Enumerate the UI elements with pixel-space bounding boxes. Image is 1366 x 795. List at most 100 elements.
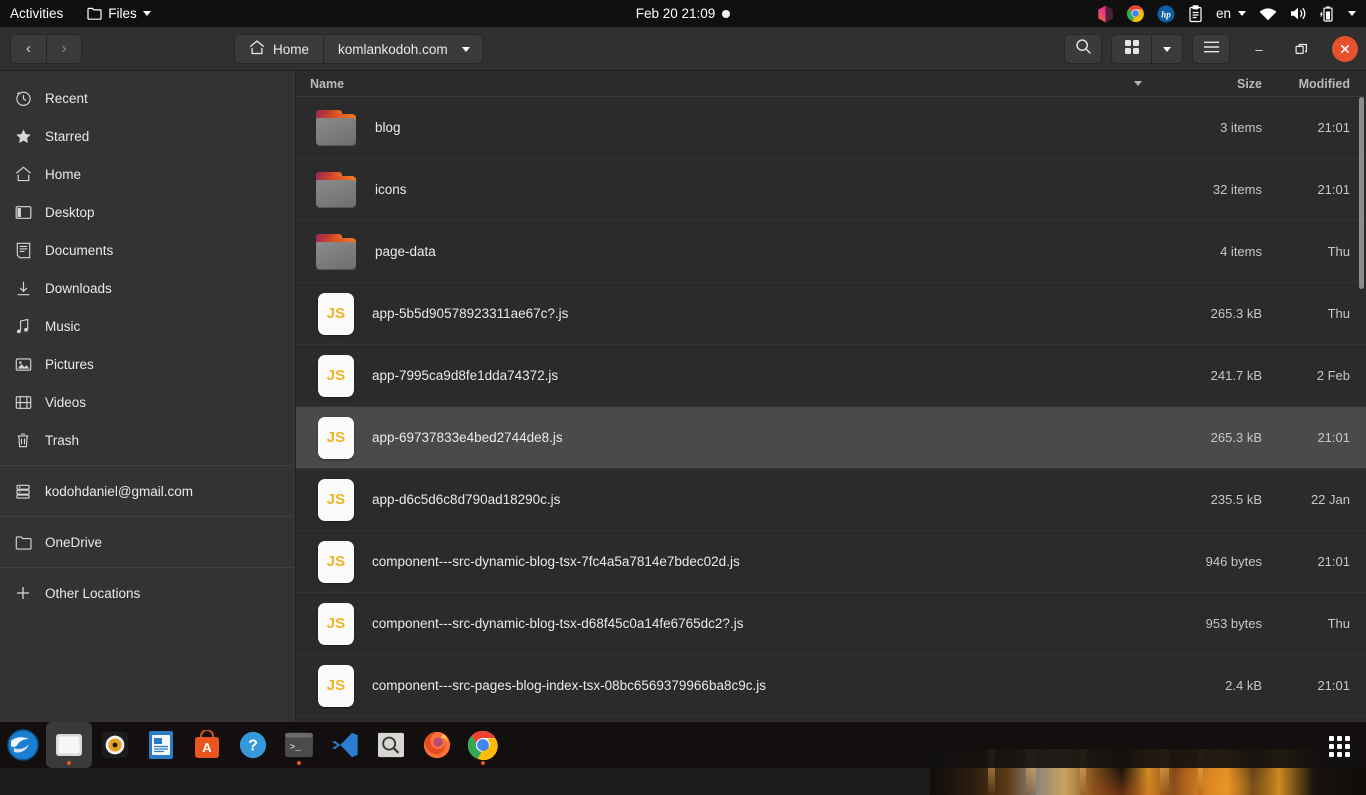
clipboard-icon[interactable] [1188, 5, 1203, 23]
wifi-icon[interactable] [1259, 7, 1277, 21]
sidebar-label: Starred [45, 129, 89, 144]
sidebar-divider [0, 465, 295, 466]
dock-item-magnifier[interactable] [368, 722, 414, 768]
table-row[interactable]: JSapp-5b5d90578923311ae67c?.js265.3 kBTh… [296, 283, 1366, 345]
file-size-cell: 235.5 kB [1150, 492, 1262, 507]
table-row[interactable]: JSapp-d6c5d6c8d790ad18290c.js235.5 kB22 … [296, 469, 1366, 531]
table-row[interactable]: JS component---src-dynamic-blog-tsx-d68f4… [296, 593, 1366, 655]
file-name-cell: JScomponent---src-dynamic-blog-tsx-7fc4a… [296, 541, 1150, 583]
forward-button[interactable]: › [46, 34, 82, 64]
chevron-down-icon[interactable] [462, 47, 470, 52]
breadcrumb: Home komlankodoh.com [234, 34, 483, 64]
file-size-cell: 32 items [1150, 182, 1262, 197]
files-icon [55, 732, 83, 758]
file-name-label: page-data [375, 244, 436, 259]
svg-text:?: ? [248, 738, 258, 755]
sidebar-item-downloads[interactable]: Downloads [0, 269, 295, 307]
keyboard-layout-menu[interactable]: en [1216, 0, 1246, 27]
file-name-label: component---src-dynamic-blog-tsx-d68f45c… [372, 616, 743, 631]
show-applications-icon[interactable] [1329, 736, 1350, 757]
app-menu-files[interactable]: Files [77, 0, 161, 27]
close-button[interactable] [1332, 36, 1358, 62]
table-row[interactable]: JSapp-7995ca9d8fe1dda74372.js241.7 kB2 F… [296, 345, 1366, 407]
column-header-name[interactable]: Name [296, 77, 1150, 91]
breadcrumb-label-home: Home [273, 42, 309, 57]
file-name-label: blog [375, 120, 401, 135]
vertical-scrollbar[interactable] [1359, 97, 1364, 289]
sidebar-item-account[interactable]: kodohdaniel@gmail.com [0, 472, 295, 510]
dock-item-terminal[interactable]: >_ [276, 722, 322, 768]
sidebar-label: kodohdaniel@gmail.com [45, 484, 193, 499]
plus-icon [14, 584, 32, 602]
js-file-icon: JS [318, 603, 354, 645]
view-mode-button[interactable] [1111, 34, 1151, 64]
table-row[interactable]: page-data4 itemsThu [296, 221, 1366, 283]
breadcrumb-label-current: komlankodoh.com [338, 42, 448, 57]
table-row[interactable]: JScomponent---src-dynamic-blog-tsx-7fc4a… [296, 531, 1366, 593]
dock-item-thunderbird[interactable] [0, 722, 46, 768]
column-header-modified[interactable]: Modified [1262, 77, 1366, 91]
sidebar-item-other-locations[interactable]: Other Locations [0, 574, 295, 612]
dock-item-vscode[interactable] [322, 722, 368, 768]
file-name-label: component---src-pages-blog-index-tsx-08b… [372, 678, 766, 693]
sidebar-item-pictures[interactable]: Pictures [0, 345, 295, 383]
help-icon: ? [238, 730, 268, 760]
home-icon [249, 40, 265, 58]
sidebar-label: Other Locations [45, 586, 140, 601]
search-button[interactable] [1064, 34, 1102, 64]
dock-item-rhythmbox[interactable] [92, 722, 138, 768]
minimize-button[interactable]: – [1246, 36, 1272, 62]
sidebar-item-documents[interactable]: Documents [0, 231, 295, 269]
maximize-button[interactable] [1288, 36, 1314, 62]
music-icon [14, 317, 32, 335]
sidebar-label: Pictures [45, 357, 94, 372]
rhythmbox-icon [100, 730, 130, 760]
pinkhex-icon[interactable] [1097, 5, 1114, 23]
sidebar-item-music[interactable]: Music [0, 307, 295, 345]
sidebar-item-videos[interactable]: Videos [0, 383, 295, 421]
grid-view-icon [1124, 39, 1140, 60]
folder-icon [14, 533, 32, 551]
activities-button[interactable]: Activities [0, 0, 77, 27]
breadcrumb-item-current[interactable]: komlankodoh.com [323, 34, 483, 64]
hp-icon[interactable]: hp [1157, 5, 1175, 23]
svg-text:hp: hp [1161, 9, 1171, 19]
dock-item-chrome[interactable] [460, 722, 506, 768]
sidebar-item-home[interactable]: Home [0, 155, 295, 193]
sidebar-item-starred[interactable]: Starred [0, 117, 295, 155]
sidebar-item-recent[interactable]: Recent [0, 79, 295, 117]
file-modified-cell: 21:01 [1262, 182, 1366, 197]
file-modified-cell: 21:01 [1262, 678, 1366, 693]
search-icon [1075, 38, 1092, 60]
battery-charging-icon[interactable] [1320, 6, 1335, 22]
dock-item-ubuntu-software[interactable]: A [184, 722, 230, 768]
dock-item-files[interactable] [46, 722, 92, 768]
dock-item-firefox[interactable] [414, 722, 460, 768]
sidebar-item-desktop[interactable]: Desktop [0, 193, 295, 231]
dock-item-help[interactable]: ? [230, 722, 276, 768]
sidebar-item-trash[interactable]: Trash [0, 421, 295, 459]
main-menu-button[interactable] [1192, 34, 1230, 64]
sidebar-item-onedrive[interactable]: OneDrive [0, 523, 295, 561]
dock-item-libreoffice-writer[interactable] [138, 722, 184, 768]
table-row[interactable]: icons32 items21:01 [296, 159, 1366, 221]
chrome-icon[interactable] [1127, 5, 1144, 22]
js-file-icon: JS [318, 293, 354, 335]
file-modified-cell: Thu [1262, 306, 1366, 321]
gnome-top-bar: Activities Files Feb 20 21:09 [0, 0, 1366, 27]
table-row[interactable]: blog3 items21:01 [296, 97, 1366, 159]
app-menu-label: Files [108, 0, 137, 27]
volume-icon[interactable] [1290, 6, 1307, 21]
view-options-button[interactable] [1151, 34, 1183, 64]
libreoffice-writer-icon [148, 730, 174, 760]
breadcrumb-item-home[interactable]: Home [234, 34, 323, 64]
file-name-label: app-69737833e4bed2744de8.js [372, 430, 563, 445]
table-row[interactable]: JSapp-69737833e4bed2744de8.js265.3 kB21:… [296, 407, 1366, 469]
clock-button[interactable]: Feb 20 21:09 [553, 6, 813, 21]
file-modified-cell: 21:01 [1262, 554, 1366, 569]
file-modified-cell: 21:01 [1262, 430, 1366, 445]
table-row[interactable]: JScomponent---src-pages-blog-index-tsx-0… [296, 655, 1366, 717]
back-button[interactable]: ‹ [10, 34, 46, 64]
system-menu-caret-icon[interactable] [1348, 11, 1356, 16]
column-header-size[interactable]: Size [1150, 77, 1262, 91]
